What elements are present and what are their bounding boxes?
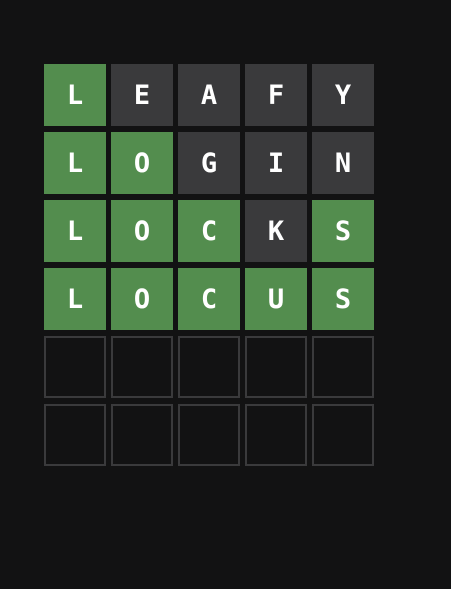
tile: E [111,64,173,126]
tile [111,336,173,398]
tile [178,404,240,466]
tile [44,336,106,398]
tile: L [44,268,106,330]
tile: I [245,132,307,194]
tile: U [245,268,307,330]
tile: L [44,132,106,194]
tile: L [44,200,106,262]
tile: C [178,268,240,330]
tile: K [245,200,307,262]
tile: A [178,64,240,126]
tile: F [245,64,307,126]
tile [111,404,173,466]
tile [44,404,106,466]
tile [312,404,374,466]
tile: O [111,200,173,262]
tile: S [312,268,374,330]
tile: N [312,132,374,194]
tile: O [111,268,173,330]
game-board: L E A F Y L O G I N L O C K S L O C U S [44,64,374,466]
tile [245,336,307,398]
tile: G [178,132,240,194]
tile: C [178,200,240,262]
tile [245,404,307,466]
tile: S [312,200,374,262]
tile: L [44,64,106,126]
tile: Y [312,64,374,126]
tile [312,336,374,398]
tile [178,336,240,398]
tile: O [111,132,173,194]
